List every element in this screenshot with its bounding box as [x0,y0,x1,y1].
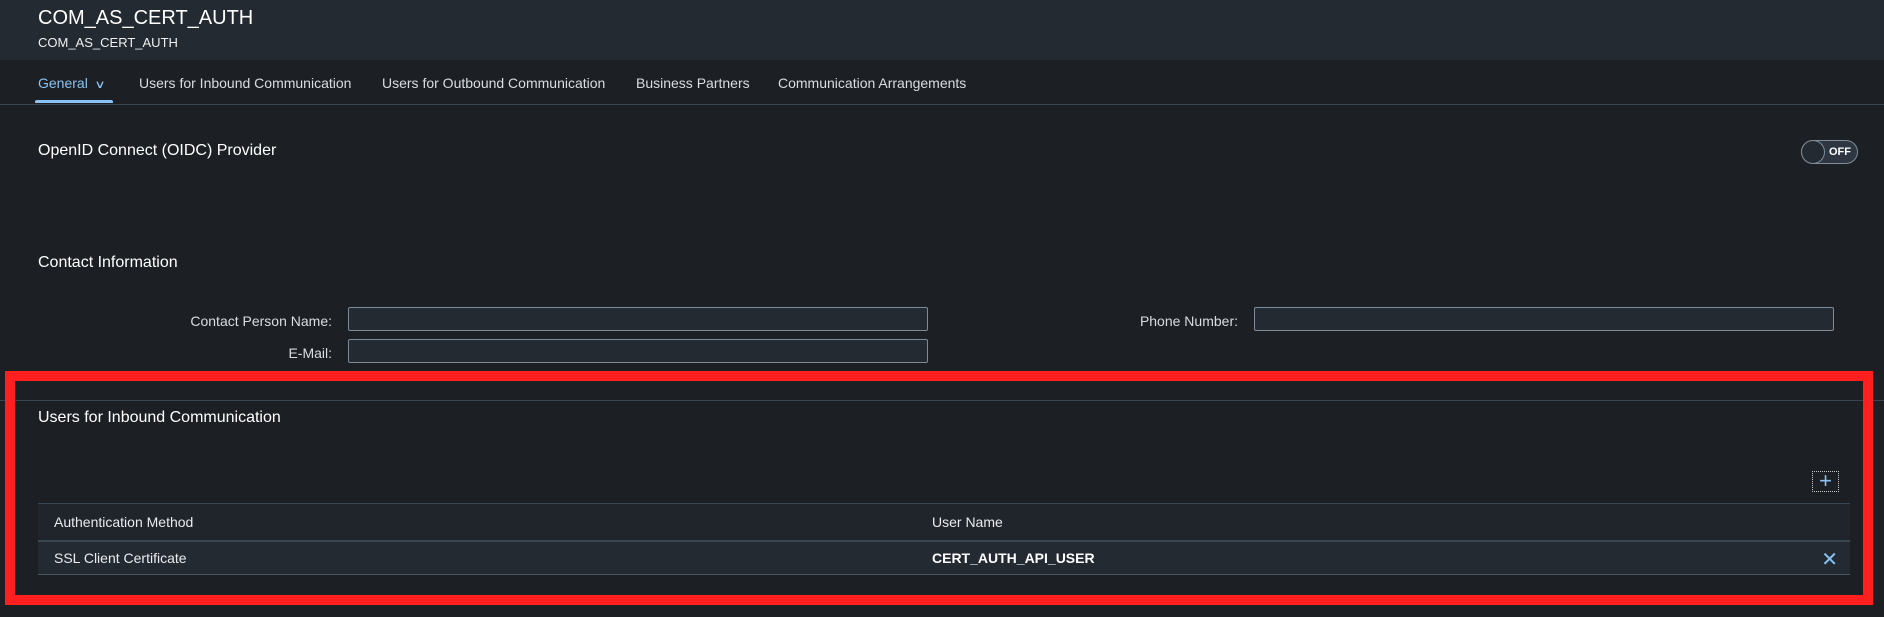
tab-bar: General ∨ Users for Inbound Communication… [0,60,1884,105]
contact-section-title: Contact Information [38,254,178,271]
inbound-users-table: Authentication Method User Name SSL Clie… [38,503,1850,575]
tab-general-label: General [38,75,88,91]
inbound-users-section-title: Users for Inbound Communication [38,409,281,426]
authentication-method-cell: SSL Client Certificate [54,550,187,566]
chevron-down-icon[interactable]: ∨ [94,78,105,91]
phone-number-label: Phone Number: [1139,313,1238,329]
object-header: COM_AS_CERT_AUTH COM_AS_CERT_AUTH [0,0,1884,60]
tab-users-inbound[interactable]: Users for Inbound Communication [139,75,351,91]
tab-business-partners[interactable]: Business Partners [636,75,750,91]
add-user-button[interactable]: + [1812,468,1839,493]
plus-icon: + [1819,468,1832,493]
page-title: COM_AS_CERT_AUTH [38,7,254,29]
table-header-row: Authentication Method User Name [38,503,1850,540]
phone-number-input[interactable] [1254,307,1834,331]
email-label: E-Mail: [288,345,332,361]
oidc-section-title: OpenID Connect (OIDC) Provider [38,142,277,159]
column-header-user-name: User Name [932,514,1003,530]
active-tab-indicator [35,100,113,103]
email-input[interactable] [348,339,928,363]
toggle-knob [1801,140,1825,164]
tab-communication-arrangements[interactable]: Communication Arrangements [778,75,966,91]
contact-person-name-input[interactable] [348,307,928,331]
column-header-authentication-method: Authentication Method [54,514,194,530]
toggle-state-label: OFF [1829,146,1851,158]
tab-users-outbound[interactable]: Users for Outbound Communication [382,75,605,91]
contact-person-name-label: Contact Person Name: [190,313,332,329]
table-row[interactable]: SSL Client Certificate CERT_AUTH_API_USE… [38,540,1850,575]
page-subtitle: COM_AS_CERT_AUTH [38,35,178,50]
close-icon: ✕ [1821,549,1838,571]
oidc-toggle[interactable]: OFF [1801,140,1858,164]
tab-general[interactable]: General ∨ [38,75,105,91]
user-name-cell: CERT_AUTH_API_USER [932,550,1095,566]
delete-row-button[interactable]: ✕ [1821,547,1838,572]
section-divider [0,400,1884,401]
